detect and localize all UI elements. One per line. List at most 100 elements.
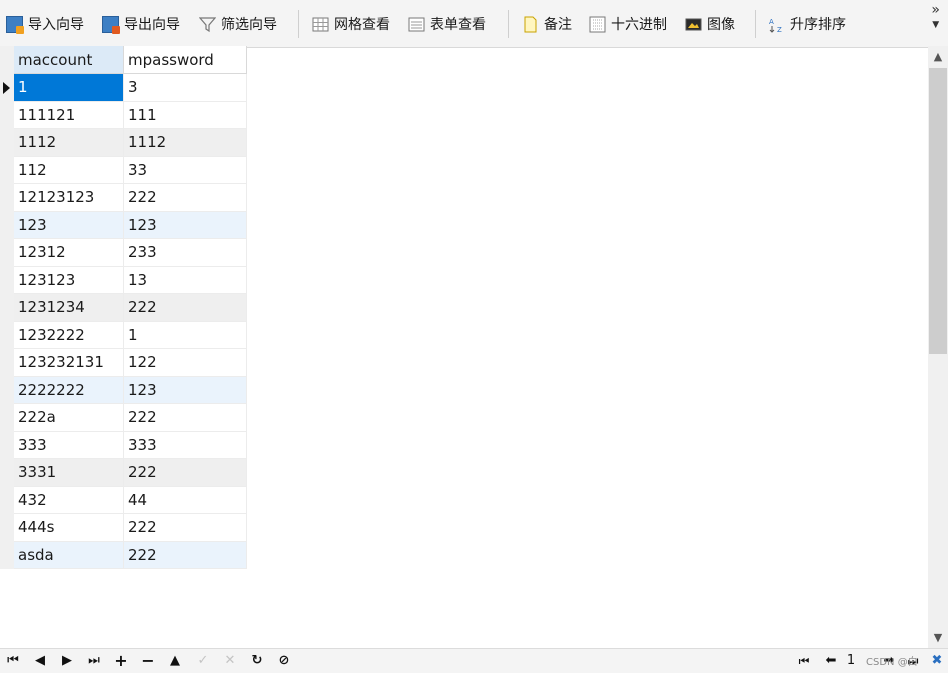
watermark-text: CSDN @白 xyxy=(866,657,918,668)
delete-record-icon[interactable]: − xyxy=(139,652,157,670)
cell-mpassword[interactable]: 222 xyxy=(124,184,247,212)
apply-changes-icon[interactable]: ✓ xyxy=(194,652,212,670)
scroll-up-icon[interactable]: ▲ xyxy=(928,50,948,63)
cell-maccount[interactable]: 123123 xyxy=(14,266,124,294)
scroll-thumb[interactable] xyxy=(929,68,947,354)
import-wizard-button[interactable]: 导入向导 xyxy=(6,12,84,36)
cell-maccount[interactable]: 1112 xyxy=(14,129,124,157)
vertical-scrollbar[interactable]: ▲ ▼ xyxy=(928,46,948,648)
cell-mpassword[interactable]: 1112 xyxy=(124,129,247,157)
cell-mpassword[interactable]: 222 xyxy=(124,404,247,432)
table-row[interactable]: 1232222 1 xyxy=(0,321,247,349)
cell-mpassword[interactable]: 222 xyxy=(124,541,247,569)
cell-mpassword[interactable]: 222 xyxy=(124,459,247,487)
cell-mpassword[interactable]: 123 xyxy=(124,211,247,239)
cell-mpassword[interactable]: 123 xyxy=(124,376,247,404)
chevron-down-icon: ▼ xyxy=(932,20,940,30)
cell-maccount[interactable]: 12123123 xyxy=(14,184,124,212)
form-view-button[interactable]: 表单查看 xyxy=(408,12,486,36)
cell-maccount[interactable]: 1232222 xyxy=(14,321,124,349)
table-row[interactable]: 12312 233 xyxy=(0,239,247,267)
discard-changes-icon[interactable]: ✕ xyxy=(221,652,239,670)
table-row[interactable]: 111121 111 xyxy=(0,101,247,129)
table-row[interactable]: 12123123 222 xyxy=(0,184,247,212)
page-number: 1 xyxy=(846,653,856,668)
cell-maccount[interactable]: 432 xyxy=(14,486,124,514)
cell-mpassword[interactable]: 333 xyxy=(124,431,247,459)
hex-button[interactable]: 十六进制 xyxy=(589,12,667,36)
refresh-icon[interactable]: ↻ xyxy=(248,652,266,670)
stop-icon[interactable]: ⊘ xyxy=(275,652,293,670)
image-button[interactable]: 图像 xyxy=(685,12,735,36)
table-row[interactable]: 333 333 xyxy=(0,431,247,459)
cell-maccount[interactable]: 3331 xyxy=(14,459,124,487)
last-record-icon[interactable]: ⏭ xyxy=(85,652,103,670)
cell-maccount[interactable]: 123 xyxy=(14,211,124,239)
add-record-icon[interactable]: + xyxy=(112,652,130,670)
cell-mpassword[interactable]: 111 xyxy=(124,101,247,129)
scroll-down-icon[interactable]: ▼ xyxy=(928,631,948,644)
filter-icon xyxy=(198,16,217,33)
first-record-icon[interactable]: ⏮ xyxy=(4,652,22,670)
table-row[interactable]: 13 xyxy=(0,74,247,102)
form-icon xyxy=(408,16,425,33)
table-row[interactable]: 1112 1112 xyxy=(0,129,247,157)
cell-mpassword[interactable]: 122 xyxy=(124,349,247,377)
cell-mpassword[interactable]: 13 xyxy=(124,266,247,294)
table-row[interactable]: 432 44 xyxy=(0,486,247,514)
column-header-mpassword[interactable]: mpassword xyxy=(124,46,247,74)
image-icon xyxy=(685,16,702,33)
cell-maccount[interactable]: 222a xyxy=(14,404,124,432)
memo-icon xyxy=(522,16,539,33)
hex-icon xyxy=(589,16,606,33)
cell-maccount[interactable]: 333 xyxy=(14,431,124,459)
sort-ascending-icon: AZ xyxy=(768,16,785,34)
table-row[interactable]: 222a 222 xyxy=(0,404,247,432)
cell-maccount[interactable]: 1 xyxy=(14,74,124,102)
table-row[interactable]: asda 222 xyxy=(0,541,247,569)
settings-tools-icon[interactable]: ✖ xyxy=(928,652,946,670)
table-row[interactable]: 123232131 122 xyxy=(0,349,247,377)
export-wizard-button[interactable]: 导出向导 xyxy=(102,12,180,36)
cell-mpassword[interactable]: 44 xyxy=(124,486,247,514)
toolbar-overflow-button[interactable]: » ▼ xyxy=(931,3,940,31)
memo-button[interactable]: 备注 xyxy=(522,12,572,36)
cell-maccount[interactable]: asda xyxy=(14,541,124,569)
cell-maccount[interactable]: 444s xyxy=(14,514,124,542)
sort-ascending-button[interactable]: AZ 升序排序 xyxy=(768,12,846,36)
table-row[interactable]: 123 123 xyxy=(0,211,247,239)
toolbar-separator xyxy=(298,10,299,38)
cell-mpassword[interactable]: 3 xyxy=(124,74,247,102)
cell-maccount[interactable]: 2222222 xyxy=(14,376,124,404)
table-row[interactable]: 2222222 123 xyxy=(0,376,247,404)
cell-maccount[interactable]: 12312 xyxy=(14,239,124,267)
cell-mpassword[interactable]: 222 xyxy=(124,294,247,322)
previous-page-icon[interactable]: ⬅ xyxy=(822,652,840,670)
table-row[interactable]: 1231234 222 xyxy=(0,294,247,322)
svg-text:A: A xyxy=(769,18,774,26)
toolbar-separator xyxy=(755,10,756,38)
import-icon xyxy=(6,15,24,34)
cell-mpassword[interactable]: 1 xyxy=(124,321,247,349)
cell-maccount[interactable]: 123232131 xyxy=(14,349,124,377)
cell-maccount[interactable]: 111121 xyxy=(14,101,124,129)
table-row[interactable]: 123123 13 xyxy=(0,266,247,294)
filter-wizard-button[interactable]: 筛选向导 xyxy=(198,12,277,36)
toolbar-separator xyxy=(508,10,509,38)
cell-mpassword[interactable]: 233 xyxy=(124,239,247,267)
table-row[interactable]: 3331 222 xyxy=(0,459,247,487)
table-row[interactable]: 444s 222 xyxy=(0,514,247,542)
edit-record-icon[interactable]: ▲ xyxy=(166,652,184,670)
first-page-icon[interactable]: ⏮ xyxy=(795,652,813,670)
grid-view-button[interactable]: 网格查看 xyxy=(312,12,390,36)
cell-maccount[interactable]: 1231234 xyxy=(14,294,124,322)
toolbar: 导入向导 导出向导 筛选向导 网格查看 表单查看 备注 十六进制 图像 A Z … xyxy=(0,0,948,48)
cell-maccount[interactable]: 112 xyxy=(14,156,124,184)
next-record-icon[interactable]: ▶ xyxy=(58,652,76,670)
cell-mpassword[interactable]: 222 xyxy=(124,514,247,542)
column-header-maccount[interactable]: maccount xyxy=(14,46,124,74)
previous-record-icon[interactable]: ◀ xyxy=(31,652,49,670)
cell-mpassword[interactable]: 33 xyxy=(124,156,247,184)
table-row[interactable]: 112 33 xyxy=(0,156,247,184)
grid-icon xyxy=(312,16,329,33)
